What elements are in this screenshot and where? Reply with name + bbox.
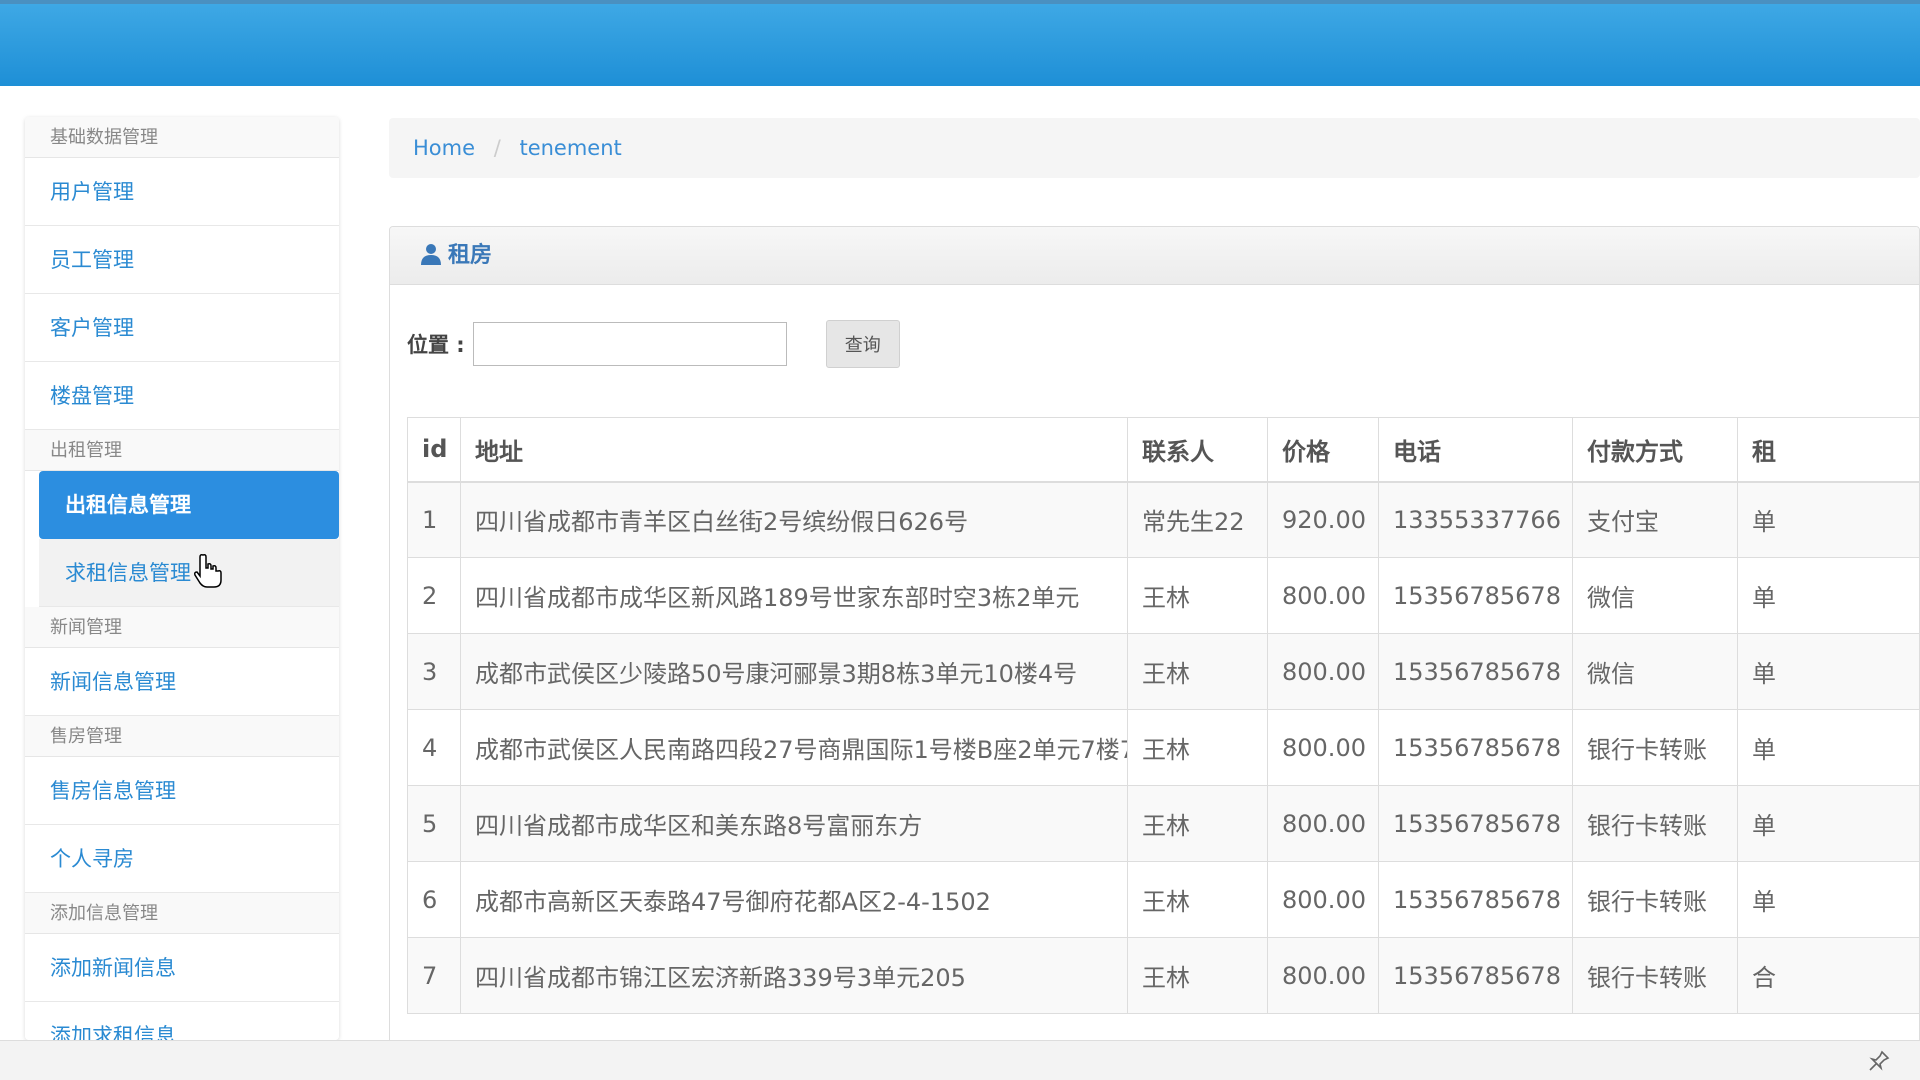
breadcrumb-current-link[interactable]: tenement	[519, 136, 621, 160]
cell-price: 800.00	[1267, 785, 1379, 862]
cell-price: 800.00	[1267, 557, 1379, 634]
cell-id: 6	[407, 861, 461, 938]
cell-phone: 15356785678	[1378, 861, 1573, 938]
column-header-rent-type[interactable]: 租	[1737, 417, 1919, 483]
cell-rent-type: 单	[1737, 481, 1919, 558]
sidebar-item-add-wanted[interactable]: 添加求租信息	[25, 1002, 339, 1040]
breadcrumb-home-link[interactable]: Home	[413, 136, 475, 160]
table-row[interactable]: 1 四川省成都市青羊区白丝街2号缤纷假日626号 常先生22 920.00 13…	[407, 481, 1919, 558]
cell-payment: 微信	[1572, 633, 1738, 710]
cell-payment: 支付宝	[1572, 481, 1738, 558]
bottom-status-bar	[0, 1040, 1920, 1080]
column-header-contact[interactable]: 联系人	[1127, 417, 1268, 483]
nav-header-basic-data: 基础数据管理	[25, 117, 339, 158]
cell-contact: 王林	[1127, 861, 1268, 938]
cell-contact: 王林	[1127, 633, 1268, 710]
sidebar-item-users[interactable]: 用户管理	[25, 158, 339, 226]
cell-payment: 银行卡转账	[1572, 861, 1738, 938]
table-row[interactable]: 7 四川省成都市锦江区宏济新路339号3单元205 王林 800.00 1535…	[407, 937, 1919, 1014]
cell-rent-type: 单	[1737, 785, 1919, 862]
sidebar-item-news-info[interactable]: 新闻信息管理	[25, 648, 339, 716]
sidebar-item-wanted-info[interactable]: 求租信息管理	[39, 539, 339, 607]
cell-contact: 王林	[1127, 937, 1268, 1014]
search-label: 位置 :	[407, 333, 465, 357]
cell-phone: 15356785678	[1378, 937, 1573, 1014]
sidebar-item-add-news[interactable]: 添加新闻信息	[25, 934, 339, 1002]
cell-contact: 王林	[1127, 709, 1268, 786]
nav-header-add-info: 添加信息管理	[25, 893, 339, 934]
cell-contact: 王林	[1127, 557, 1268, 634]
pin-icon[interactable]	[1868, 1050, 1890, 1072]
cell-payment: 银行卡转账	[1572, 785, 1738, 862]
table-row[interactable]: 2 四川省成都市成华区新风路189号世家东部时空3栋2单元 王林 800.00 …	[407, 557, 1919, 634]
table-header-row: id 地址 联系人 价格 电话 付款方式 租	[407, 417, 1919, 483]
cell-address: 四川省成都市锦江区宏济新路339号3单元205	[460, 937, 1128, 1014]
cell-price: 800.00	[1267, 861, 1379, 938]
column-header-price[interactable]: 价格	[1267, 417, 1379, 483]
rental-table: id 地址 联系人 价格 电话 付款方式 租 1 四川省成都市青羊区白丝街2号缤…	[407, 417, 1919, 1014]
cell-phone: 15356785678	[1378, 633, 1573, 710]
cell-phone: 15356785678	[1378, 557, 1573, 634]
top-header-bar	[0, 0, 1920, 86]
hand-cursor-icon	[194, 553, 222, 589]
nav-header-rental: 出租管理	[25, 430, 339, 471]
sidebar-item-customers[interactable]: 客户管理	[25, 294, 339, 362]
cell-price: 800.00	[1267, 709, 1379, 786]
sidebar-item-employees[interactable]: 员工管理	[25, 226, 339, 294]
cell-rent-type: 单	[1737, 633, 1919, 710]
rental-panel: 租房 位置 : 查询 id 地址 联系人 价格 电话 付款方式 租 1 四川省成…	[389, 226, 1920, 1056]
query-button[interactable]: 查询	[825, 320, 900, 368]
cell-id: 2	[407, 557, 461, 634]
cell-address: 四川省成都市成华区和美东路8号富丽东方	[460, 785, 1128, 862]
location-search-input[interactable]	[472, 322, 787, 366]
cell-phone: 15356785678	[1378, 785, 1573, 862]
nav-header-news: 新闻管理	[25, 607, 339, 648]
search-row: 位置 : 查询	[407, 319, 900, 369]
cell-rent-type: 合	[1737, 937, 1919, 1014]
breadcrumb: Home / tenement	[389, 118, 1920, 178]
cell-phone: 15356785678	[1378, 709, 1573, 786]
cell-address: 成都市武侯区少陵路50号康河郦景3期8栋3单元10楼4号	[460, 633, 1128, 710]
table-row[interactable]: 5 四川省成都市成华区和美东路8号富丽东方 王林 800.00 15356785…	[407, 785, 1919, 862]
cell-address: 四川省成都市青羊区白丝街2号缤纷假日626号	[460, 481, 1128, 558]
cell-price: 920.00	[1267, 481, 1379, 558]
sidebar-item-properties[interactable]: 楼盘管理	[25, 362, 339, 430]
panel-title: 租房	[448, 243, 493, 268]
column-header-payment[interactable]: 付款方式	[1572, 417, 1738, 483]
sidebar: 基础数据管理 用户管理 员工管理 客户管理 楼盘管理 出租管理 出租信息管理 求…	[25, 117, 339, 1040]
cell-rent-type: 单	[1737, 861, 1919, 938]
cell-contact: 王林	[1127, 785, 1268, 862]
table-row[interactable]: 4 成都市武侯区人民南路四段27号商鼎国际1号楼B座2单元7楼703室 王林 8…	[407, 709, 1919, 786]
sidebar-item-rental-info[interactable]: 出租信息管理	[39, 471, 339, 539]
cell-payment: 银行卡转账	[1572, 937, 1738, 1014]
column-header-address[interactable]: 地址	[460, 417, 1128, 483]
user-icon	[420, 230, 442, 265]
cell-id: 1	[407, 481, 461, 558]
column-header-phone[interactable]: 电话	[1378, 417, 1573, 483]
column-header-id[interactable]: id	[407, 417, 461, 483]
cell-id: 5	[407, 785, 461, 862]
table-row[interactable]: 3 成都市武侯区少陵路50号康河郦景3期8栋3单元10楼4号 王林 800.00…	[407, 633, 1919, 710]
cell-payment: 银行卡转账	[1572, 709, 1738, 786]
cell-id: 4	[407, 709, 461, 786]
cell-address: 成都市武侯区人民南路四段27号商鼎国际1号楼B座2单元7楼703室	[460, 709, 1128, 786]
sidebar-item-sales-info[interactable]: 售房信息管理	[25, 757, 339, 825]
cell-rent-type: 单	[1737, 709, 1919, 786]
cell-price: 800.00	[1267, 937, 1379, 1014]
cell-id: 7	[407, 937, 461, 1014]
cell-contact: 常先生22	[1127, 481, 1268, 558]
cell-payment: 微信	[1572, 557, 1738, 634]
cell-price: 800.00	[1267, 633, 1379, 710]
cell-phone: 13355337766	[1378, 481, 1573, 558]
panel-heading: 租房	[390, 227, 1919, 285]
cell-address: 四川省成都市成华区新风路189号世家东部时空3栋2单元	[460, 557, 1128, 634]
nav-header-sales: 售房管理	[25, 716, 339, 757]
sidebar-item-personal-search[interactable]: 个人寻房	[25, 825, 339, 893]
cell-rent-type: 单	[1737, 557, 1919, 634]
cell-address: 成都市高新区天泰路47号御府花都A区2-4-1502	[460, 861, 1128, 938]
table-row[interactable]: 6 成都市高新区天泰路47号御府花都A区2-4-1502 王林 800.00 1…	[407, 861, 1919, 938]
cell-id: 3	[407, 633, 461, 710]
breadcrumb-separator: /	[493, 136, 501, 160]
